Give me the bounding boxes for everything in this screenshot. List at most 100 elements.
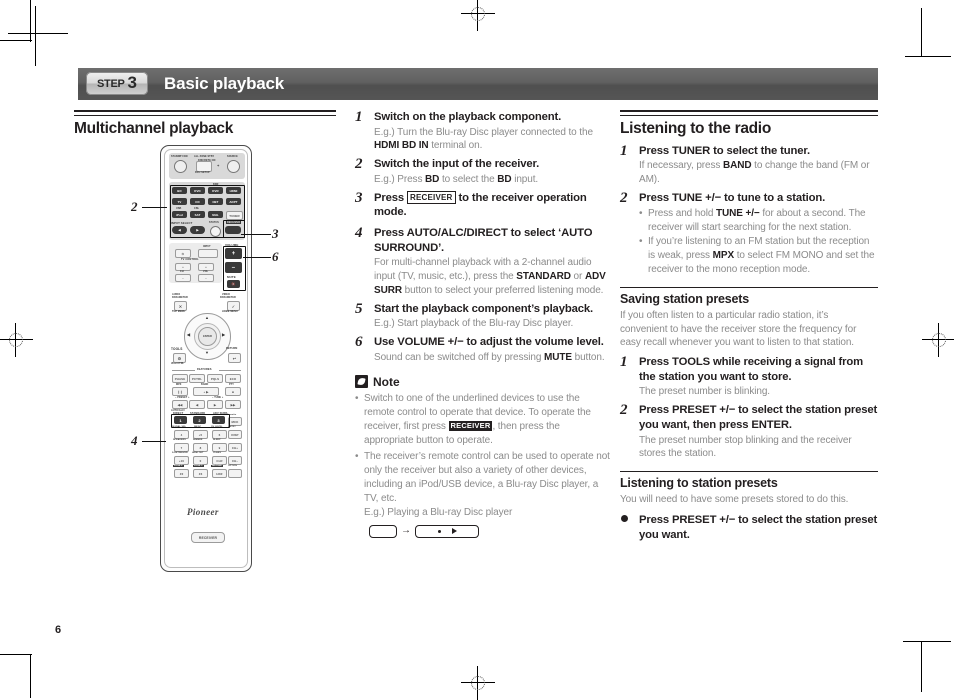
label-preset: – PRESET + bbox=[175, 396, 190, 399]
stop-button: ■ bbox=[225, 387, 241, 396]
step-item: 2 Press PRESET +/− to select the station… bbox=[620, 402, 878, 461]
label-zone2: ZONE 2 bbox=[173, 465, 184, 467]
callout-3: 3 bbox=[272, 226, 279, 241]
receiver-badge: RECEIVER bbox=[191, 532, 225, 543]
label-vol: VOL bbox=[203, 270, 209, 273]
flow-arrow-icon: → bbox=[401, 525, 411, 537]
tune-down-button: ▶ bbox=[207, 400, 223, 409]
nav-left-icon: ◀ bbox=[187, 332, 191, 337]
listening-presets-step: Press PRESET +/− to select the station p… bbox=[620, 513, 878, 542]
subheading-rule bbox=[620, 286, 878, 288]
numeric-button-8: 8 bbox=[193, 443, 208, 452]
bullet-dot-icon bbox=[621, 515, 628, 522]
vol-down-button: – bbox=[198, 274, 214, 282]
radio-heading-block: Listening to the radio bbox=[620, 110, 878, 138]
step-number: 5 bbox=[355, 300, 363, 317]
crop-mark-top-left-v bbox=[35, 6, 36, 66]
tv-input-button bbox=[198, 249, 218, 258]
label-input: INPUT bbox=[203, 245, 211, 248]
label-top-menu: TOP MENU bbox=[172, 310, 186, 313]
ch-down-button: – bbox=[175, 274, 191, 282]
saving-presets-lead: If you often listen to a particular radi… bbox=[620, 309, 857, 349]
step-title: Press TUNER to select the tuner. bbox=[639, 144, 810, 157]
registration-mark-right bbox=[922, 323, 954, 357]
step-body: If necessary, press BAND to change the b… bbox=[639, 160, 870, 186]
saving-presets-heading: Saving station presets bbox=[620, 291, 749, 306]
heading-rule bbox=[620, 110, 878, 116]
label-hdmi-out: HDMI OUT bbox=[192, 452, 204, 454]
callout-6-leader bbox=[243, 257, 271, 259]
bullet-item: If you’re listening to an FM station but… bbox=[639, 235, 878, 276]
numeric-button-7: 7 bbox=[174, 443, 189, 452]
listening-presets-heading: Listening to station presets bbox=[620, 476, 778, 491]
callout-2-leader bbox=[142, 207, 167, 209]
label-zone3: ZONE 3 bbox=[193, 465, 204, 467]
label-speakers: SPEAKERS bbox=[173, 439, 186, 441]
label-sleep: SLEEP bbox=[213, 439, 221, 441]
step-item: 6 Use VOLUME +/− to adjust the volume le… bbox=[355, 334, 610, 364]
step-item: 3 Press RECEIVER to the receiver operati… bbox=[355, 189, 610, 220]
crop-mark-bottom-left-v bbox=[30, 655, 32, 698]
note-header: Note bbox=[355, 375, 610, 389]
subheading-rule bbox=[620, 471, 878, 473]
label-mpx: MPX bbox=[176, 383, 182, 386]
step-title: Press TOOLS while receiving a signal fro… bbox=[639, 356, 864, 383]
remote-body: STANDBY/ON ALL ZONE STBY DISCRETE ON SOU… bbox=[164, 149, 248, 568]
preset-down-button: ◀◀ bbox=[172, 400, 188, 409]
step-number: 3 bbox=[355, 189, 363, 206]
crop-mark-top-left-h bbox=[8, 33, 68, 34]
flow-box-source bbox=[369, 524, 397, 538]
step-number: 1 bbox=[620, 142, 628, 159]
features-rule-left bbox=[172, 370, 195, 371]
note-item: Switch to one of the underlined devices … bbox=[355, 392, 610, 448]
page-number: 6 bbox=[55, 624, 62, 636]
step-title: Switch the input of the receiver. bbox=[374, 158, 540, 171]
features-rule-right bbox=[219, 370, 241, 371]
label-video-parameter-2: PARAMETER bbox=[220, 296, 236, 299]
plus-mark: + bbox=[217, 163, 220, 168]
step-body: The preset number is blinking. bbox=[639, 386, 770, 398]
registration-mark-top bbox=[461, 0, 495, 31]
step-number: 6 bbox=[355, 334, 363, 351]
step-bullets: Press and hold TUNE +/− for about a seco… bbox=[639, 207, 878, 277]
nav-down-icon: ▼ bbox=[205, 350, 210, 355]
zone2-button: Z2 bbox=[174, 469, 189, 478]
step-item: 2 Press TUNE +/− to tune to a station. P… bbox=[620, 190, 878, 277]
pause-button: ❙❙ bbox=[172, 387, 188, 396]
step-title: Press PRESET +/− to select the station p… bbox=[639, 514, 878, 541]
step-title: Switch on the playback component. bbox=[374, 111, 562, 123]
label-hdzone: HDZONE bbox=[211, 465, 223, 467]
label-return: RETURN bbox=[226, 347, 238, 350]
left-column: Multichannel playback bbox=[74, 110, 336, 148]
preset-up-button: ◀ bbox=[189, 400, 205, 409]
presets-heading-block: Saving station presets If you often list… bbox=[620, 286, 878, 350]
enter-button: ENTER bbox=[198, 327, 217, 346]
listening-presets-heading-block: Listening to station presets You will ne… bbox=[620, 471, 878, 507]
numeric-button-6: 6 bbox=[212, 430, 227, 439]
callout-4-leader bbox=[142, 441, 166, 443]
label-source: SOURCE bbox=[227, 155, 238, 158]
heading-rule bbox=[74, 110, 336, 116]
nav-right-icon: ▶ bbox=[222, 332, 226, 337]
crop-mark-top-right-v bbox=[921, 8, 923, 56]
step-title: Press PRESET +/− to select the station p… bbox=[639, 404, 878, 431]
label-tune: – TUNE + bbox=[212, 396, 224, 399]
label-pty: PTY bbox=[229, 383, 234, 386]
ch-plus-button: CH+ bbox=[228, 443, 242, 452]
step-item: 2 Switch the input of the receiver. E.g.… bbox=[355, 156, 610, 186]
numeric-button-4: 4 bbox=[174, 430, 189, 439]
step-body: E.g.) Turn the Blu-ray Disc player conne… bbox=[374, 126, 593, 152]
label-class: CLASS bbox=[213, 452, 221, 454]
step-number: 1 bbox=[620, 354, 628, 371]
remote-control-illustration: STANDBY/ON ALL ZONE STBY DISCRETE ON SOU… bbox=[160, 145, 252, 572]
play-button: + ▶ bbox=[193, 387, 219, 396]
label-s-retriever: S.RETRIEVER bbox=[172, 452, 188, 454]
ch-minus-button: CH– bbox=[228, 456, 242, 465]
label-all-zone-stby: ALL ZONE STBY bbox=[194, 155, 215, 158]
note-icon bbox=[355, 375, 368, 389]
label-ch: CH bbox=[180, 270, 184, 273]
tune-up-button: ▶▶ bbox=[225, 400, 241, 409]
label-rcu-setup: RCU SETUP bbox=[195, 171, 210, 174]
highlight-listening-modes bbox=[171, 414, 230, 428]
page-canvas: STEP 3 Basic playback Multichannel playb… bbox=[0, 0, 954, 700]
